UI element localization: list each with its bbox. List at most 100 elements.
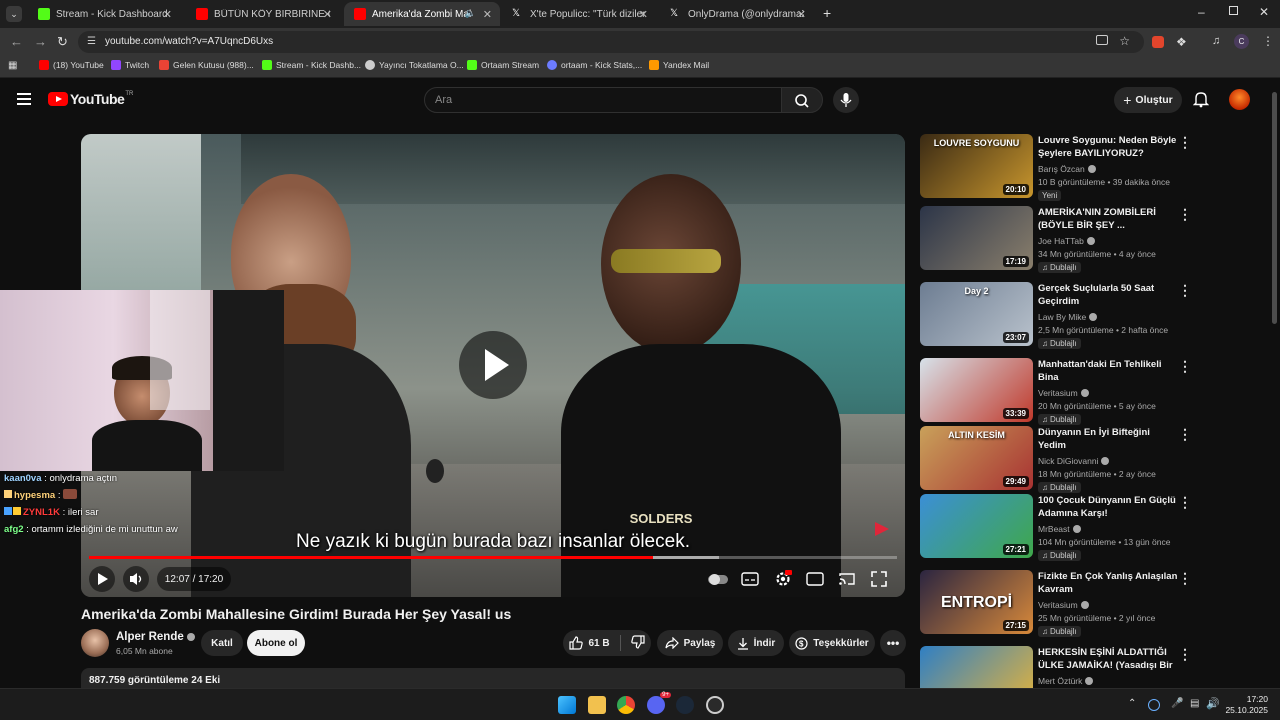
reload-icon[interactable]: ↻ — [57, 34, 68, 50]
thanks-button[interactable]: $ Teşekkürler — [789, 630, 875, 656]
file-explorer-icon[interactable] — [588, 696, 606, 714]
theater-mode-button[interactable] — [803, 567, 827, 591]
speaker-icon[interactable]: 🔈 — [465, 8, 476, 19]
windows-start-icon[interactable] — [558, 696, 576, 714]
fullscreen-button[interactable] — [867, 567, 891, 591]
recommendation-item[interactable]: ALTIN KESİM 29:49 Dünyanın En İyi Bifteğin… — [920, 426, 1220, 493]
close-tab-icon[interactable]: ✕ — [483, 8, 492, 21]
recommendation-channel[interactable]: MrBeast — [1038, 524, 1081, 534]
close-tab-icon[interactable]: ✕ — [639, 8, 648, 21]
play-button[interactable] — [89, 566, 115, 592]
recommendation-item[interactable]: 33:39 Manhattan'daki En Tehlikeli Bina Ver… — [920, 358, 1220, 425]
recommendation-channel[interactable]: Joe HaTTab — [1038, 236, 1095, 246]
recommendation-channel[interactable]: Barış Özcan — [1038, 164, 1096, 174]
video-thumbnail[interactable]: 27:21 — [920, 494, 1033, 558]
more-vertical-icon[interactable]: ⋮ — [1178, 358, 1192, 375]
address-bar[interactable]: ☰ youtube.com/watch?v=A7UqncD6Uxs ☆ — [78, 31, 1144, 53]
close-tab-icon[interactable]: ✕ — [797, 8, 806, 21]
like-button[interactable]: 61 B — [569, 636, 610, 650]
youtube-logo[interactable]: YouTube TR — [48, 91, 133, 107]
notifications-bell-icon[interactable] — [1192, 90, 1210, 113]
bookmark-tokatlama[interactable]: Yayıncı Tokatlama O... — [365, 60, 464, 70]
volume-tray-icon[interactable]: 🔊 — [1206, 697, 1220, 710]
browser-tab[interactable]: 𝕏 OnlyDrama (@onlydramaX) / X ✕ — [660, 2, 814, 26]
back-icon[interactable]: ← — [10, 34, 23, 49]
close-tab-icon[interactable]: ✕ — [323, 8, 332, 21]
video-thumbnail[interactable]: 33:39 — [920, 358, 1033, 422]
share-button[interactable]: Paylaş — [657, 630, 723, 656]
extensions-puzzle-icon[interactable]: ❖ — [1176, 35, 1187, 49]
recommendation-channel[interactable]: Veritasium — [1038, 388, 1089, 398]
more-vertical-icon[interactable]: ⋮ — [1178, 426, 1192, 443]
browser-tab-active[interactable]: Amerika'da Zombi Mahalle 🔈 ✕ — [344, 2, 500, 26]
download-button[interactable]: İndir — [728, 630, 784, 656]
autoplay-toggle[interactable] — [706, 567, 730, 591]
video-thumbnail[interactable]: ENTROPİ 27:15 — [920, 570, 1033, 634]
recommendation-item[interactable]: ENTROPİ 27:15 Fizikte En Çok Yanlış Anlaşı… — [920, 570, 1220, 637]
create-button[interactable]: + Oluştur — [1114, 87, 1182, 113]
steam-icon[interactable] — [676, 696, 694, 714]
microphone-tray-icon[interactable]: 🎤 — [1171, 698, 1183, 709]
big-play-button[interactable] — [459, 331, 527, 399]
browser-menu-icon[interactable]: ⋮ — [1262, 34, 1274, 48]
media-control-icon[interactable]: ♫ — [1212, 35, 1220, 47]
bookmark-kick-dashboard[interactable]: Stream - Kick Dashb... — [262, 60, 361, 70]
subscribe-button[interactable]: Abone ol — [247, 630, 305, 656]
video-thumbnail[interactable]: 17:19 — [920, 206, 1033, 270]
video-thumbnail[interactable]: ALTIN KESİM 29:49 — [920, 426, 1033, 490]
bookmark-yandex-mail[interactable]: Yandex Mail — [649, 60, 709, 70]
more-vertical-icon[interactable]: ⋮ — [1178, 206, 1192, 223]
channel-watermark-icon[interactable] — [875, 522, 889, 536]
more-actions-button[interactable]: ••• — [880, 630, 906, 656]
recommendation-item[interactable]: 27:21 100 Çocuk Dünyanın En Güçlü Adamına… — [920, 494, 1220, 561]
recommendation-channel[interactable]: Law By Mike — [1038, 312, 1098, 322]
profile-avatar[interactable]: C — [1234, 34, 1249, 49]
forward-icon[interactable]: → — [34, 34, 47, 49]
system-clock[interactable]: 17:20 25.10.2025 — [1225, 694, 1268, 716]
browser-tab[interactable]: BÜTÜN KÖY BİRBİRİNE GİRMİŞ ✕ — [186, 2, 340, 26]
more-vertical-icon[interactable]: ⋮ — [1178, 494, 1192, 511]
chrome-icon[interactable] — [617, 696, 635, 714]
bookmark-youtube[interactable]: (18) YouTube — [39, 60, 104, 70]
discord-icon[interactable]: 9+ — [647, 692, 671, 714]
install-app-icon[interactable] — [1096, 35, 1108, 45]
more-vertical-icon[interactable]: ⋮ — [1178, 646, 1192, 663]
recommendation-item[interactable]: Day 2 23:07 Gerçek Suçlularla 50 Saat Geçi… — [920, 282, 1220, 349]
apps-grid-icon[interactable]: ▦ — [8, 60, 17, 71]
close-tab-icon[interactable]: ✕ — [163, 8, 172, 21]
new-tab-button[interactable]: + — [823, 5, 831, 21]
video-thumbnail[interactable]: LOUVRE SOYGUNU 20:10 — [920, 134, 1033, 198]
bookmark-kick-stats[interactable]: ortaam - Kick Stats,... — [547, 60, 642, 70]
more-vertical-icon[interactable]: ⋮ — [1178, 570, 1192, 587]
settings-button[interactable] — [771, 567, 795, 591]
subtitles-button[interactable] — [738, 567, 762, 591]
recommendation-channel[interactable]: Mert Öztürk — [1038, 676, 1094, 686]
bookmark-star-icon[interactable]: ☆ — [1119, 34, 1130, 48]
tray-app-icon[interactable] — [1148, 699, 1160, 711]
channel-name[interactable]: Alper Rende — [116, 631, 195, 643]
bookmark-gmail[interactable]: Gelen Kutusu (988)... — [159, 60, 254, 70]
recommendation-item[interactable]: LOUVRE SOYGUNU 20:10 Louvre Soygunu: Neden… — [920, 134, 1220, 201]
recommendation-channel[interactable]: Veritasium — [1038, 600, 1089, 610]
voice-search-button[interactable] — [833, 87, 859, 113]
minimize-button[interactable]: – — [1198, 5, 1205, 19]
bookmark-ortaam-stream[interactable]: Ortaam Stream — [467, 60, 539, 70]
recommendation-item[interactable]: 17:19 AMERİKA'NIN ZOMBİLERİ (BÖYLE BİR ŞE… — [920, 206, 1220, 273]
extension-icon[interactable] — [1152, 36, 1164, 48]
more-vertical-icon[interactable]: ⋮ — [1178, 134, 1192, 151]
recommendation-channel[interactable]: Nick DiGiovanni — [1038, 456, 1110, 466]
progress-bar[interactable] — [89, 556, 897, 559]
tray-chevron-icon[interactable]: ⌃ — [1128, 698, 1136, 709]
close-window-button[interactable]: ✕ — [1259, 5, 1269, 19]
search-input[interactable]: Ara — [424, 87, 782, 113]
menu-hamburger-icon[interactable] — [17, 93, 31, 105]
tab-list-button[interactable]: ⌄ — [6, 6, 22, 22]
app-icon[interactable] — [706, 696, 724, 714]
cast-button[interactable] — [835, 567, 859, 591]
browser-tab[interactable]: Stream - Kick Dashboard ✕ — [28, 2, 180, 26]
network-icon[interactable]: ▤ — [1190, 698, 1199, 709]
bookmark-twitch[interactable]: Twitch — [111, 60, 149, 70]
browser-tab[interactable]: 𝕏 X'te Populicc: "Türk dizilerinde ✕ — [502, 2, 656, 26]
volume-button[interactable] — [123, 566, 149, 592]
dislike-button[interactable] — [630, 634, 645, 652]
